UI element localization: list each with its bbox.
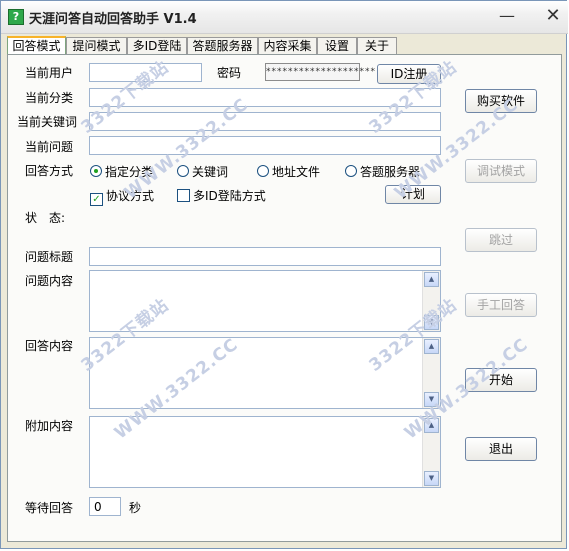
current-category-field[interactable] <box>89 88 441 107</box>
scrollbar[interactable]: ▲ ▼ <box>422 338 440 408</box>
help-question-icon: ? <box>8 9 24 25</box>
extra-content-textarea[interactable]: ▲ ▼ <box>89 416 441 488</box>
tab-about[interactable]: 关于 <box>357 37 397 54</box>
radio-selected-icon <box>90 165 102 177</box>
seconds-unit-label: 秒 <box>129 501 142 515</box>
scrollbar[interactable]: ▲ ▼ <box>422 417 440 487</box>
tab-settings[interactable]: 设置 <box>317 37 357 54</box>
radio-label: 答题服务器 <box>360 165 421 179</box>
tab-content-collect[interactable]: 内容采集 <box>258 37 317 54</box>
current-user-field[interactable] <box>89 63 202 82</box>
current-keyword-field[interactable] <box>89 112 441 131</box>
answer-mode-label: 回答方式 <box>25 164 74 178</box>
tab-answer-mode[interactable]: 回答模式 <box>7 36 66 55</box>
password-field[interactable]: ******************** <box>265 63 375 81</box>
debug-mode-button[interactable]: 调试模式 <box>465 159 537 183</box>
current-keyword-label: 当前关键词 <box>17 115 78 129</box>
question-title-field[interactable] <box>89 247 441 266</box>
extra-content-label: 附加内容 <box>25 419 74 433</box>
tab-multi-id-login[interactable]: 多ID登陆 <box>127 37 187 54</box>
scroll-up-icon[interactable]: ▲ <box>424 272 439 287</box>
scrollbar[interactable]: ▲ ▼ <box>422 271 440 331</box>
tab-answer-server[interactable]: 答题服务器 <box>187 37 258 54</box>
radio-icon <box>257 165 269 177</box>
scroll-down-icon[interactable]: ▼ <box>424 315 439 330</box>
radio-answer-server[interactable]: 答题服务器 <box>345 163 420 180</box>
question-content-textarea[interactable]: ▲ ▼ <box>89 270 441 332</box>
password-label: 密码 <box>217 66 242 80</box>
close-button[interactable]: ✕ <box>542 6 564 26</box>
scroll-down-icon[interactable]: ▼ <box>424 392 439 407</box>
radio-label: 关键词 <box>192 165 229 179</box>
radio-address-file[interactable]: 地址文件 <box>257 163 320 180</box>
id-register-button[interactable]: ID注册 <box>377 64 441 84</box>
multi-id-mode-checkbox[interactable]: 多ID登陆方式 <box>177 187 266 204</box>
wait-answer-label: 等待回答 <box>25 501 74 515</box>
current-question-label: 当前问题 <box>25 140 74 154</box>
status-label: 状 态: <box>25 211 66 225</box>
buy-software-button[interactable]: 购买软件 <box>465 89 537 113</box>
current-question-field[interactable] <box>89 136 441 155</box>
checkbox-icon <box>177 189 190 202</box>
question-title-label: 问题标题 <box>25 250 74 264</box>
start-button[interactable]: 开始 <box>465 368 537 392</box>
window-title: 天涯问答自动回答助手 V1.4 <box>29 12 197 27</box>
wait-seconds-field[interactable]: 0 <box>89 497 121 516</box>
manual-answer-button[interactable]: 手工回答 <box>465 293 537 317</box>
app-window: ? 天涯问答自动回答助手 V1.4 — ✕ 回答模式 提问模式 多ID登陆 答题… <box>0 0 568 549</box>
title-bar[interactable]: ? 天涯问答自动回答助手 V1.4 — ✕ <box>1 1 568 34</box>
plan-button[interactable]: 计划 <box>385 185 441 204</box>
question-content-label: 问题内容 <box>25 274 74 288</box>
radio-label: 指定分类 <box>105 165 154 179</box>
scroll-up-icon[interactable]: ▲ <box>424 418 439 433</box>
radio-icon <box>177 165 189 177</box>
checkmark-icon: ✓ <box>90 193 103 206</box>
checkbox-label: 多ID登陆方式 <box>193 189 266 203</box>
answer-content-label: 回答内容 <box>25 339 74 353</box>
skip-button[interactable]: 跳过 <box>465 228 537 252</box>
checkbox-label: 协议方式 <box>106 189 155 203</box>
answer-content-textarea[interactable]: ▲ ▼ <box>89 337 441 409</box>
radio-specified-category[interactable]: 指定分类 <box>90 163 153 180</box>
radio-label: 地址文件 <box>272 165 321 179</box>
scroll-up-icon[interactable]: ▲ <box>424 339 439 354</box>
current-user-label: 当前用户 <box>25 66 74 80</box>
exit-button[interactable]: 退出 <box>465 437 537 461</box>
protocol-mode-checkbox[interactable]: ✓ 协议方式 <box>90 187 154 206</box>
current-category-label: 当前分类 <box>25 91 74 105</box>
radio-icon <box>345 165 357 177</box>
tab-ask-mode[interactable]: 提问模式 <box>66 37 127 54</box>
radio-keyword[interactable]: 关键词 <box>177 163 228 180</box>
minimize-button[interactable]: — <box>496 6 518 26</box>
scroll-down-icon[interactable]: ▼ <box>424 471 439 486</box>
